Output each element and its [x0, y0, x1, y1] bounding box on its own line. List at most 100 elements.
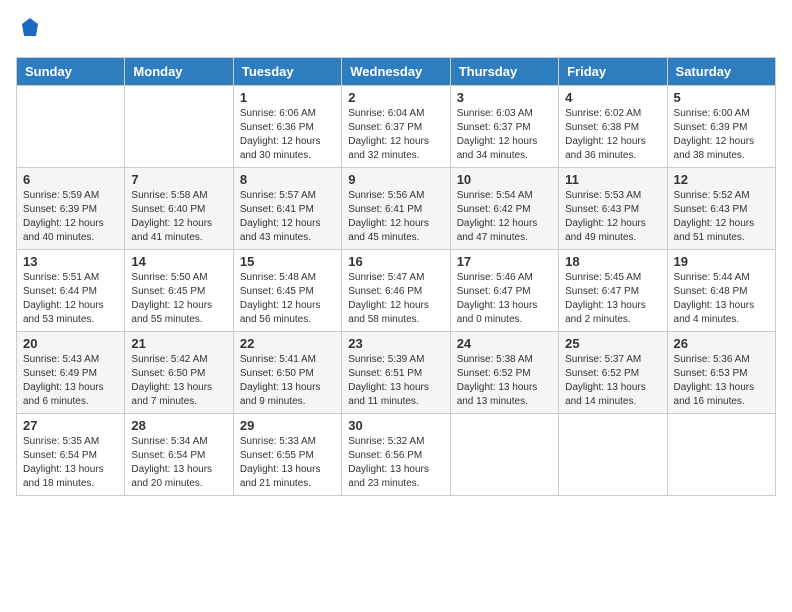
day-info: Sunrise: 5:45 AM Sunset: 6:47 PM Dayligh…	[565, 271, 660, 327]
day-info: Sunrise: 5:39 AM Sunset: 6:51 PM Dayligh…	[348, 353, 443, 409]
calendar-cell: 20Sunrise: 5:43 AM Sunset: 6:49 PM Dayli…	[17, 332, 125, 414]
calendar-body: 1 Sunrise: 6:06 AM Sunset: 6:36 PM Daylig…	[17, 86, 776, 496]
calendar-cell: 16 Sunrise: 5:47 AM Sunset: 6:46 PM Dayli…	[342, 250, 450, 332]
calendar-cell: 11Sunrise: 5:53 AM Sunset: 6:43 PM Dayli…	[559, 168, 667, 250]
day-number: 15	[240, 254, 335, 269]
calendar-cell: 15 Sunrise: 5:48 AM Sunset: 6:45 PM Dayli…	[233, 250, 341, 332]
day-info: Sunrise: 5:36 AM Sunset: 6:53 PM Dayligh…	[674, 353, 769, 409]
calendar-cell: 5 Sunrise: 6:00 AM Sunset: 6:39 PM Daylig…	[667, 86, 775, 168]
day-number: 18	[565, 254, 660, 269]
day-info: Sunrise: 5:51 AM Sunset: 6:44 PM Dayligh…	[23, 271, 118, 327]
day-number: 4	[565, 90, 660, 105]
day-info: Sunrise: 6:06 AM Sunset: 6:36 PM Dayligh…	[240, 107, 335, 163]
weekday-header: Monday	[125, 58, 233, 86]
day-number: 30	[348, 418, 443, 433]
calendar-cell: 9 Sunrise: 5:56 AM Sunset: 6:41 PM Daylig…	[342, 168, 450, 250]
day-number: 9	[348, 172, 443, 187]
day-info: Sunrise: 5:37 AM Sunset: 6:52 PM Dayligh…	[565, 353, 660, 409]
day-info: Sunrise: 5:54 AM Sunset: 6:42 PM Dayligh…	[457, 189, 552, 245]
day-info: Sunrise: 5:48 AM Sunset: 6:45 PM Dayligh…	[240, 271, 335, 327]
day-info: Sunrise: 5:50 AM Sunset: 6:45 PM Dayligh…	[131, 271, 226, 327]
day-number: 8	[240, 172, 335, 187]
calendar-cell: 27Sunrise: 5:35 AM Sunset: 6:54 PM Dayli…	[17, 414, 125, 496]
day-info: Sunrise: 5:58 AM Sunset: 6:40 PM Dayligh…	[131, 189, 226, 245]
calendar-week-row: 1 Sunrise: 6:06 AM Sunset: 6:36 PM Daylig…	[17, 86, 776, 168]
page-header	[16, 16, 776, 45]
day-number: 17	[457, 254, 552, 269]
day-info: Sunrise: 5:46 AM Sunset: 6:47 PM Dayligh…	[457, 271, 552, 327]
day-info: Sunrise: 6:04 AM Sunset: 6:37 PM Dayligh…	[348, 107, 443, 163]
calendar-cell: 13 Sunrise: 5:51 AM Sunset: 6:44 PM Dayli…	[17, 250, 125, 332]
day-info: Sunrise: 5:52 AM Sunset: 6:43 PM Dayligh…	[674, 189, 769, 245]
day-number: 7	[131, 172, 226, 187]
day-info: Sunrise: 5:35 AM Sunset: 6:54 PM Dayligh…	[23, 435, 118, 491]
day-info: Sunrise: 5:44 AM Sunset: 6:48 PM Dayligh…	[674, 271, 769, 327]
logo	[16, 16, 42, 45]
calendar-cell: 24 Sunrise: 5:38 AM Sunset: 6:52 PM Dayli…	[450, 332, 558, 414]
day-info: Sunrise: 6:02 AM Sunset: 6:38 PM Dayligh…	[565, 107, 660, 163]
day-info: Sunrise: 5:42 AM Sunset: 6:50 PM Dayligh…	[131, 353, 226, 409]
calendar-cell: 22Sunrise: 5:41 AM Sunset: 6:50 PM Dayli…	[233, 332, 341, 414]
day-info: Sunrise: 5:38 AM Sunset: 6:52 PM Dayligh…	[457, 353, 552, 409]
day-info: Sunrise: 5:57 AM Sunset: 6:41 PM Dayligh…	[240, 189, 335, 245]
day-number: 29	[240, 418, 335, 433]
day-number: 24	[457, 336, 552, 351]
calendar-cell: 2 Sunrise: 6:04 AM Sunset: 6:37 PM Daylig…	[342, 86, 450, 168]
day-number: 1	[240, 90, 335, 105]
day-info: Sunrise: 5:34 AM Sunset: 6:54 PM Dayligh…	[131, 435, 226, 491]
day-info: Sunrise: 5:59 AM Sunset: 6:39 PM Dayligh…	[23, 189, 118, 245]
weekday-header: Saturday	[667, 58, 775, 86]
day-info: Sunrise: 5:53 AM Sunset: 6:43 PM Dayligh…	[565, 189, 660, 245]
calendar-cell: 4 Sunrise: 6:02 AM Sunset: 6:38 PM Daylig…	[559, 86, 667, 168]
day-number: 21	[131, 336, 226, 351]
calendar-week-row: 6 Sunrise: 5:59 AM Sunset: 6:39 PM Daylig…	[17, 168, 776, 250]
day-info: Sunrise: 6:00 AM Sunset: 6:39 PM Dayligh…	[674, 107, 769, 163]
day-info: Sunrise: 5:41 AM Sunset: 6:50 PM Dayligh…	[240, 353, 335, 409]
weekday-header: Wednesday	[342, 58, 450, 86]
calendar-week-row: 20Sunrise: 5:43 AM Sunset: 6:49 PM Dayli…	[17, 332, 776, 414]
calendar-cell: 1 Sunrise: 6:06 AM Sunset: 6:36 PM Daylig…	[233, 86, 341, 168]
day-number: 14	[131, 254, 226, 269]
calendar-cell: 8 Sunrise: 5:57 AM Sunset: 6:41 PM Daylig…	[233, 168, 341, 250]
day-number: 25	[565, 336, 660, 351]
calendar-cell: 28 Sunrise: 5:34 AM Sunset: 6:54 PM Dayli…	[125, 414, 233, 496]
day-info: Sunrise: 5:32 AM Sunset: 6:56 PM Dayligh…	[348, 435, 443, 491]
day-number: 2	[348, 90, 443, 105]
weekday-header: Sunday	[17, 58, 125, 86]
calendar-cell	[125, 86, 233, 168]
day-number: 12	[674, 172, 769, 187]
day-info: Sunrise: 6:03 AM Sunset: 6:37 PM Dayligh…	[457, 107, 552, 163]
calendar-cell: 7 Sunrise: 5:58 AM Sunset: 6:40 PM Daylig…	[125, 168, 233, 250]
day-number: 20	[23, 336, 118, 351]
calendar-cell: 18 Sunrise: 5:45 AM Sunset: 6:47 PM Dayli…	[559, 250, 667, 332]
day-number: 16	[348, 254, 443, 269]
day-number: 6	[23, 172, 118, 187]
calendar-cell: 3Sunrise: 6:03 AM Sunset: 6:37 PM Daylig…	[450, 86, 558, 168]
day-number: 28	[131, 418, 226, 433]
day-info: Sunrise: 5:47 AM Sunset: 6:46 PM Dayligh…	[348, 271, 443, 327]
weekday-header: Tuesday	[233, 58, 341, 86]
calendar-header-row: SundayMondayTuesdayWednesdayThursdayFrid…	[17, 58, 776, 86]
weekday-header: Friday	[559, 58, 667, 86]
day-number: 23	[348, 336, 443, 351]
calendar-cell	[17, 86, 125, 168]
calendar-cell	[667, 414, 775, 496]
calendar-cell: 17 Sunrise: 5:46 AM Sunset: 6:47 PM Dayli…	[450, 250, 558, 332]
day-number: 13	[23, 254, 118, 269]
day-number: 19	[674, 254, 769, 269]
calendar-cell: 23 Sunrise: 5:39 AM Sunset: 6:51 PM Dayli…	[342, 332, 450, 414]
day-number: 5	[674, 90, 769, 105]
calendar-cell: 14 Sunrise: 5:50 AM Sunset: 6:45 PM Dayli…	[125, 250, 233, 332]
day-number: 10	[457, 172, 552, 187]
logo-icon	[18, 16, 42, 40]
calendar-cell: 19 Sunrise: 5:44 AM Sunset: 6:48 PM Dayli…	[667, 250, 775, 332]
calendar-cell: 12 Sunrise: 5:52 AM Sunset: 6:43 PM Dayli…	[667, 168, 775, 250]
calendar-cell	[559, 414, 667, 496]
calendar-cell: 6 Sunrise: 5:59 AM Sunset: 6:39 PM Daylig…	[17, 168, 125, 250]
calendar-cell	[450, 414, 558, 496]
calendar-cell: 26Sunrise: 5:36 AM Sunset: 6:53 PM Dayli…	[667, 332, 775, 414]
day-info: Sunrise: 5:56 AM Sunset: 6:41 PM Dayligh…	[348, 189, 443, 245]
calendar-cell: 21 Sunrise: 5:42 AM Sunset: 6:50 PM Dayli…	[125, 332, 233, 414]
calendar-cell: 25 Sunrise: 5:37 AM Sunset: 6:52 PM Dayli…	[559, 332, 667, 414]
calendar-cell: 10 Sunrise: 5:54 AM Sunset: 6:42 PM Dayli…	[450, 168, 558, 250]
